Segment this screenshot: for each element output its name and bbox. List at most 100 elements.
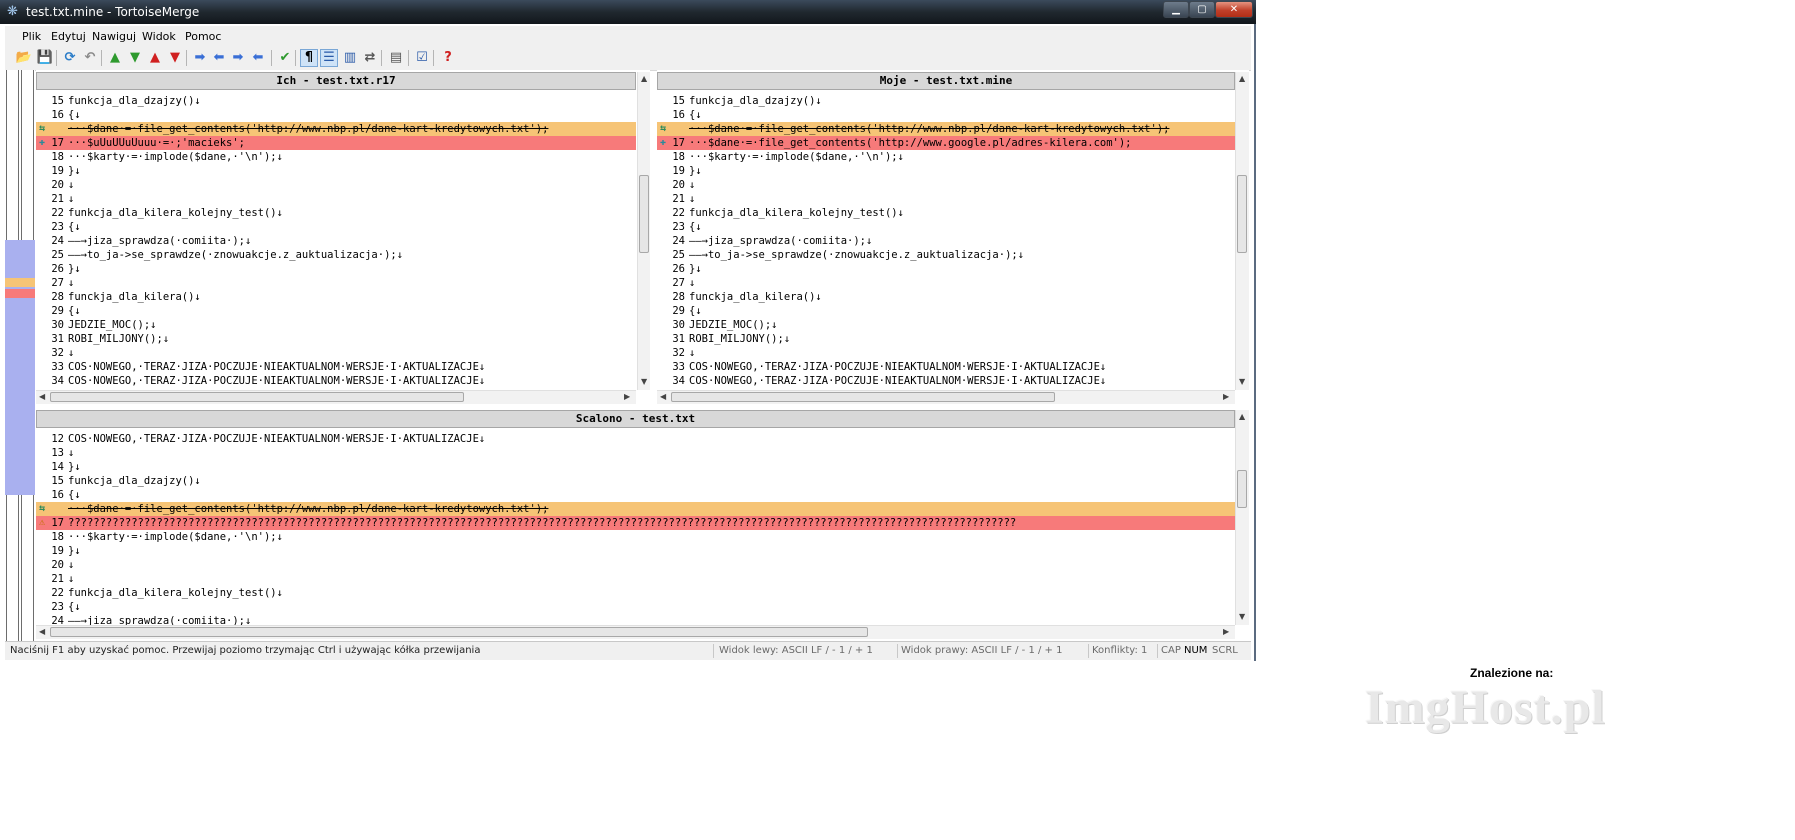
mine-code-line[interactable]: ⇆ ···$dane·=·file_get_contents('http://ww…	[657, 122, 1235, 136]
menu-widok[interactable]: Widok	[142, 30, 176, 43]
mine-code-line[interactable]: 20 ↓	[657, 178, 1235, 192]
menu-nawiguj[interactable]: Nawiguj	[92, 30, 136, 43]
merged-pane[interactable]: Scalono - test.txt 12 COS·NOWEGO,·TERAZ·J…	[36, 408, 1249, 640]
merged-code-line[interactable]: 13 ↓	[36, 446, 1235, 460]
merged-code[interactable]: 12 COS·NOWEGO,·TERAZ·JIZA·POCZUJE·NIEAKTU…	[36, 432, 1235, 628]
mine-horizontal-scrollbar[interactable]: ◀ ▶	[657, 390, 1235, 404]
mine-code-line[interactable]: 33 COS·NOWEGO,·TERAZ·JIZA·POCZUJE·NIEAKTU…	[657, 360, 1235, 374]
mine-code-line[interactable]: ✚ 17 ···$dane·=·file_get_contents('http://…	[657, 136, 1235, 150]
theirs-code-line[interactable]: 24 ——→jiza_sprawdza(·comiita·);↓	[36, 234, 636, 248]
merged-code-line[interactable]: 23 {↓	[36, 600, 1235, 614]
merged-hscroll-thumb[interactable]	[50, 627, 868, 637]
merged-code-line[interactable]: 19}↓	[36, 544, 1235, 558]
mine-code-line[interactable]: 23 {↓	[657, 220, 1235, 234]
mine-code-line[interactable]: 15 funkcja_dla_dzajzy()↓	[657, 94, 1235, 108]
mine-code[interactable]: 15 funkcja_dla_dzajzy()↓ 16 {↓ ⇆ ···$dane·=·f…	[657, 94, 1235, 388]
theirs-code-line[interactable]: 29 {↓	[36, 304, 636, 318]
theirs-pane[interactable]: Ich - test.txt.r17 15 funkcja_dla_dzajzy(…	[36, 70, 650, 405]
mine-code-line[interactable]: 24 ——→jiza_sprawdza(·comiita·);↓	[657, 234, 1235, 248]
merged-code-line[interactable]: 14}↓	[36, 460, 1235, 474]
theirs-code-line[interactable]: 34 COS·NOWEGO,·TERAZ·JIZA·POCZUJE·NIEAKTU…	[36, 374, 636, 388]
settings-icon[interactable]: ☑	[413, 49, 431, 67]
prev-conflict-icon[interactable]: ▲	[146, 49, 164, 67]
merged-code-line[interactable]: 16 {↓	[36, 488, 1235, 502]
theirs-code-line[interactable]: ✚ 17 ···$uUuUUuUuuu·=·;'macieks';	[36, 136, 636, 150]
theirs-code-line[interactable]: 23 {↓	[36, 220, 636, 234]
close-button[interactable]: ✕	[1215, 1, 1253, 18]
menu-plik[interactable]: Plik	[22, 30, 41, 43]
mine-code-line[interactable]: 32 ↓	[657, 346, 1235, 360]
save-icon[interactable]: 💾	[36, 49, 54, 67]
theirs-code-line[interactable]: 32 ↓	[36, 346, 636, 360]
reload-icon[interactable]: ⟳	[61, 49, 79, 67]
menu-pomoc[interactable]: Pomoc	[185, 30, 221, 43]
use-theirs-block-icon[interactable]: ➡	[191, 49, 209, 67]
mine-code-line[interactable]: 18 ···$karty·=·implode($dane,·'\n');↓	[657, 150, 1235, 164]
merged-code-line[interactable]: 20 ↓	[36, 558, 1235, 572]
mine-code-line[interactable]: 28 funckja_dla_kilera()↓	[657, 290, 1235, 304]
two-pane-view-icon[interactable]: ▥	[341, 49, 359, 67]
mine-code-line[interactable]: 34 COS·NOWEGO,·TERAZ·JIZA·POCZUJE·NIEAKTU…	[657, 374, 1235, 388]
open-folder-icon[interactable]: 📂	[15, 49, 33, 67]
mine-code-line[interactable]: 25 ——→to_ja->se_sprawdze(·znowuakcje.z_au…	[657, 248, 1235, 262]
merged-code-line[interactable]: ⇆ ···$dane·=·file_get_contents('http://ww…	[36, 502, 1235, 516]
merged-code-line[interactable]: 21 ↓	[36, 572, 1235, 586]
merged-code-line[interactable]: ⚠ 17?????????????????????????????????????…	[36, 516, 1235, 530]
theirs-code-line[interactable]: ⇆ ···$dane·=·file_get_contents('http://ww…	[36, 122, 636, 136]
menu-edytuj[interactable]: Edytuj	[51, 30, 86, 43]
merged-code-line[interactable]: 22 funkcja_dla_kilera_kolejny_test()↓	[36, 586, 1235, 600]
mine-code-line[interactable]: 27 ↓	[657, 276, 1235, 290]
switch-views-icon[interactable]: ⇄	[361, 49, 379, 67]
next-diff-icon[interactable]: ▲	[106, 49, 124, 67]
theirs-code-line[interactable]: 28 funckja_dla_kilera()↓	[36, 290, 636, 304]
theirs-code-line[interactable]: 18 ···$karty·=·implode($dane,·'\n');↓	[36, 150, 636, 164]
mine-hscroll-thumb[interactable]	[671, 392, 1055, 402]
theirs-code[interactable]: 15 funkcja_dla_dzajzy()↓ 16 {↓ ⇆ ···$dane·=·f…	[36, 94, 636, 388]
location-bar[interactable]	[5, 70, 35, 641]
mine-vertical-scrollbar[interactable]: ▲ ▼	[1235, 72, 1249, 390]
theirs-code-line[interactable]: 22 funkcja_dla_kilera_kolejny_test()↓	[36, 206, 636, 220]
one-pane-view-icon[interactable]: ☰	[320, 49, 338, 67]
minimize-button[interactable]: ▁	[1163, 1, 1189, 18]
theirs-code-line[interactable]: 25 ——→to_ja->se_sprawdze(·znowuakcje.z_au…	[36, 248, 636, 262]
use-mine-then-theirs-icon[interactable]: ⬅	[249, 49, 267, 67]
merged-vertical-scrollbar[interactable]: ▲ ▼	[1235, 410, 1249, 625]
mark-resolved-icon[interactable]: ✔	[276, 49, 294, 67]
maximize-button[interactable]: ▢	[1189, 1, 1215, 18]
theirs-hscroll-thumb[interactable]	[50, 392, 464, 402]
theirs-vscroll-thumb[interactable]	[639, 175, 649, 253]
mine-code-line[interactable]: 21 ↓	[657, 192, 1235, 206]
theirs-code-line[interactable]: 19}↓	[36, 164, 636, 178]
theirs-code-line[interactable]: 31 ROBI_MILJONY();↓	[36, 332, 636, 346]
prev-diff-icon[interactable]: ▼	[126, 49, 144, 67]
theirs-horizontal-scrollbar[interactable]: ◀ ▶	[36, 390, 636, 404]
merged-code-line[interactable]: 18 ···$karty·=·implode($dane,·'\n');↓	[36, 530, 1235, 544]
mine-code-line[interactable]: 29 {↓	[657, 304, 1235, 318]
theirs-code-line[interactable]: 20 ↓	[36, 178, 636, 192]
title-bar[interactable]: ❋ test.txt.mine - TortoiseMerge ▁ ▢ ✕	[0, 0, 1256, 24]
mine-code-line[interactable]: 30 JEDZIE_MOC();↓	[657, 318, 1235, 332]
theirs-vertical-scrollbar[interactable]: ▲ ▼	[637, 72, 650, 390]
next-conflict-icon[interactable]: ▼	[166, 49, 184, 67]
theirs-code-line[interactable]: 26}↓	[36, 262, 636, 276]
undo-icon[interactable]: ↶	[81, 49, 99, 67]
use-mine-block-icon[interactable]: ⬅	[210, 49, 228, 67]
whitespace-icon[interactable]: ¶	[300, 49, 318, 67]
theirs-code-line[interactable]: 16 {↓	[36, 108, 636, 122]
mine-code-line[interactable]: 16 {↓	[657, 108, 1235, 122]
theirs-code-line[interactable]: 30 JEDZIE_MOC();↓	[36, 318, 636, 332]
merged-horizontal-scrollbar[interactable]: ◀ ▶	[36, 625, 1235, 639]
use-theirs-then-mine-icon[interactable]: ➡	[229, 49, 247, 67]
theirs-code-line[interactable]: 27 ↓	[36, 276, 636, 290]
mine-code-line[interactable]: 22 funkcja_dla_kilera_kolejny_test()↓	[657, 206, 1235, 220]
mine-vscroll-thumb[interactable]	[1237, 175, 1247, 253]
theirs-code-line[interactable]: 15 funkcja_dla_dzajzy()↓	[36, 94, 636, 108]
mine-code-line[interactable]: 26}↓	[657, 262, 1235, 276]
theirs-code-line[interactable]: 33 COS·NOWEGO,·TERAZ·JIZA·POCZUJE·NIEAKTU…	[36, 360, 636, 374]
theirs-code-line[interactable]: 21 ↓	[36, 192, 636, 206]
mine-code-line[interactable]: 19}↓	[657, 164, 1235, 178]
merged-code-line[interactable]: 12 COS·NOWEGO,·TERAZ·JIZA·POCZUJE·NIEAKTU…	[36, 432, 1235, 446]
mine-code-line[interactable]: 31 ROBI_MILJONY();↓	[657, 332, 1235, 346]
merged-code-line[interactable]: 15 funkcja_dla_dzajzy()↓	[36, 474, 1235, 488]
help-icon[interactable]: ?	[439, 49, 457, 67]
